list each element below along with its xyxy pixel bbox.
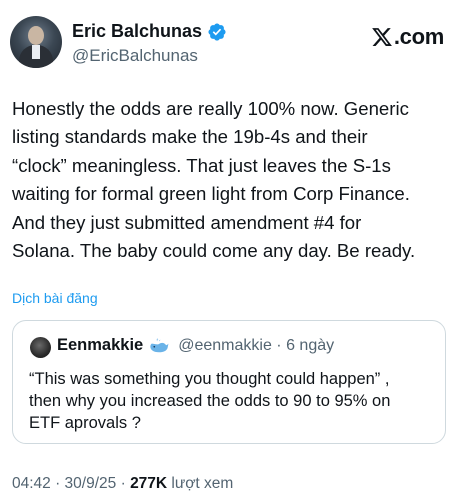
quoted-tweet[interactable]: Eenmakkie @eenmakkie · 6 ngày “This was … — [12, 320, 446, 444]
author-display-name[interactable]: Eric Balchunas — [72, 21, 202, 42]
views-label: lượt xem — [167, 475, 234, 492]
x-logo-icon — [371, 28, 392, 46]
tweet-meta: 04:42 · 30/9/25 · 277K lượt xem — [12, 475, 233, 493]
avatar[interactable] — [10, 16, 62, 68]
author-handle[interactable]: @EricBalchunas — [72, 46, 198, 66]
quote-handle-time: @eenmakkie · 6 ngày — [178, 336, 335, 354]
verified-badge-icon — [208, 22, 226, 41]
views-count: 277K — [130, 475, 168, 492]
whale-icon — [150, 337, 169, 352]
author-name-row: Eric Balchunas — [72, 21, 227, 42]
translate-post-link[interactable]: Dịch bài đăng — [12, 290, 98, 306]
tweet-header: Eric Balchunas @EricBalchunas .com — [10, 14, 444, 74]
quote-display-name[interactable]: Eenmakkie — [57, 336, 143, 355]
x-com-logo: .com — [371, 24, 444, 50]
quote-text: “This was something you thought could ha… — [29, 370, 391, 432]
logo-text: .com — [393, 24, 444, 49]
tweet-text: Honestly the odds are really 100% now. G… — [12, 98, 416, 262]
quote-header: Eenmakkie @eenmakkie · 6 ngày — [57, 336, 334, 355]
quote-avatar[interactable] — [30, 337, 51, 358]
timestamp[interactable]: 04:42 · 30/9/25 · — [12, 475, 130, 492]
